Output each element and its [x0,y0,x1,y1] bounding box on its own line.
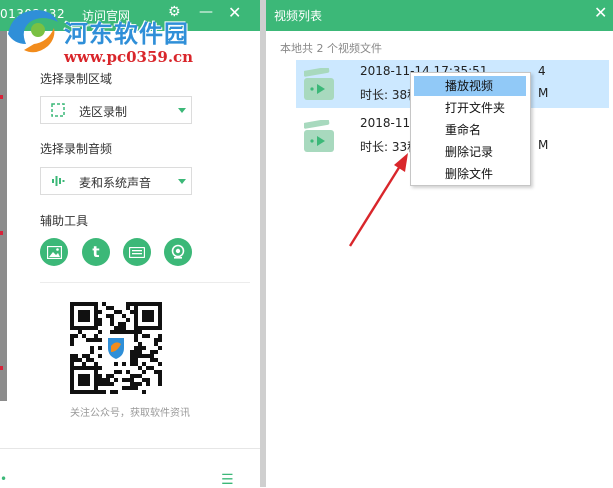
video-count-summary: 本地共 2 个视频文件 [280,42,382,55]
select-area-icon [51,103,65,117]
sound-wave-icon [52,176,65,186]
close-button[interactable]: ✕ [594,3,607,22]
menu-item-delete-record[interactable]: 删除记录 [414,142,526,162]
menu-item-rename[interactable]: 重命名 [414,120,526,140]
video-list-header: 视频列表 ✕ [266,0,613,31]
recorder-panel: 01302432 访问官网 ⚙ — ✕ 选择录制区域 选区录制 选择录制音频 麦… [0,0,260,488]
area-select-value: 选区录制 [79,105,128,119]
preview-strip [0,31,7,401]
video-size: M [538,86,549,100]
watermark-title: 河东软件园 [64,19,189,48]
video-extra: 4 [538,64,546,78]
chevron-down-icon [178,179,186,184]
watermark-logo-icon [8,10,58,53]
video-date: 2018-11- [360,116,415,130]
marker [0,366,3,370]
marker [0,95,3,99]
minimize-button[interactable]: — [199,4,213,20]
menu-item-open-folder[interactable]: 打开文件夹 [414,98,526,118]
tools-label: 辅助工具 [40,214,89,228]
menu-item-play-video[interactable]: 播放视频 [414,76,526,96]
close-button[interactable]: ✕ [228,3,241,22]
image-icon[interactable] [40,238,68,266]
text-t-icon[interactable]: t [82,238,110,266]
list-menu-icon[interactable]: ☰ [221,472,234,488]
video-file-icon [304,68,334,100]
audio-label: 选择录制音频 [40,142,113,156]
watermark-url: www.pc0359.cn [64,48,194,66]
chevron-down-icon [178,108,186,113]
footer-divider [0,448,260,449]
audio-select[interactable]: 麦和系统声音 [40,167,192,195]
video-list-title: 视频列表 [274,9,323,23]
marker [0,231,3,235]
menu-item-delete-file[interactable]: 删除文件 [414,164,526,184]
area-select[interactable]: 选区录制 [40,96,192,124]
context-menu: 播放视频 打开文件夹 重命名 删除记录 删除文件 [410,72,531,186]
status-dot-icon: • [0,472,8,486]
camera-icon[interactable] [164,238,192,266]
keyboard-icon[interactable] [123,238,151,266]
video-file-icon [304,120,334,152]
area-label: 选择录制区域 [40,72,113,86]
audio-select-value: 麦和系统声音 [79,176,152,190]
divider [40,282,250,283]
follow-caption: 关注公众号，获取软件资讯 [70,408,190,419]
qr-code [70,302,162,394]
video-size: M [538,138,549,152]
